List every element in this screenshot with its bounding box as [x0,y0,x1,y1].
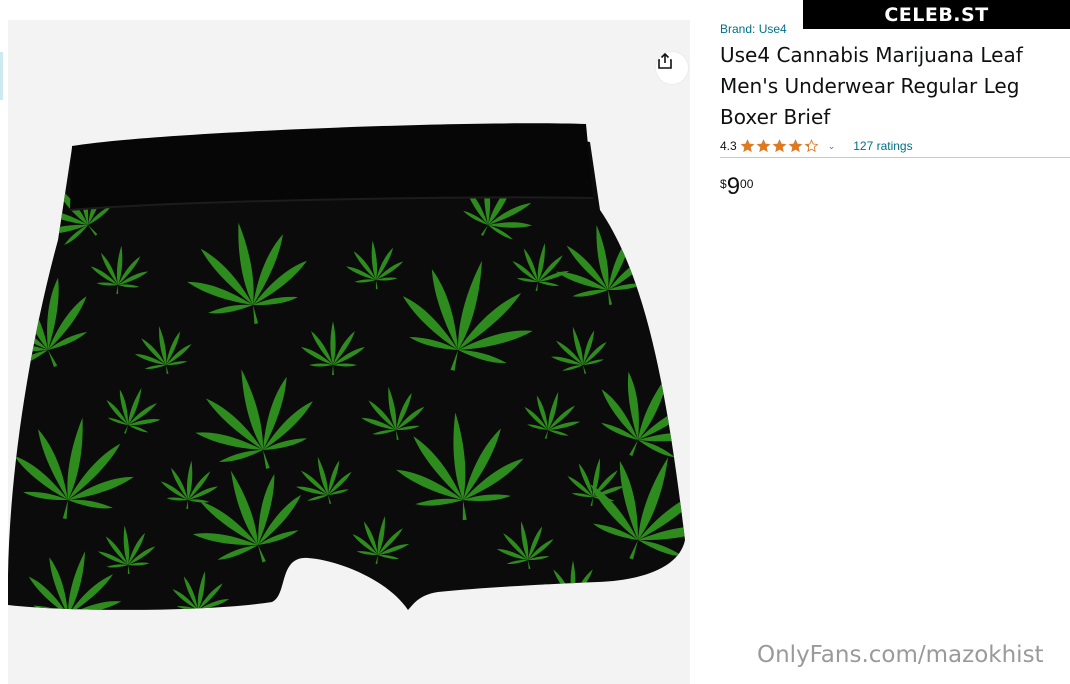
product-title: Use4 Cannabis Marijuana Leaf Men's Under… [720,43,1023,129]
price: $ 9 00 [720,172,753,202]
thumbnail-tab-indicator[interactable] [0,52,3,100]
price-whole: 9 [726,173,741,200]
star-icon [804,139,819,153]
product-image-panel[interactable] [8,20,690,684]
star-icon [756,139,771,153]
chevron-down-icon[interactable]: ⌄ [828,141,836,152]
left-edge [0,0,8,684]
price-fraction: 00 [740,177,754,191]
watermark-text: OnlyFans.com/mazokhist [757,642,1044,668]
star-rating[interactable] [740,139,820,153]
star-icon [740,139,755,153]
product-info-panel: Brand: Use4 Use4 Cannabis Marijuana Leaf… [720,0,1070,684]
product-photo [8,123,685,610]
rating-row: 4.3 ⌄ 127 ratings [720,138,913,154]
price-currency: $ [720,177,727,191]
star-icon [788,139,803,153]
brand-link[interactable]: Brand: Use4 [720,22,787,36]
star-icon [772,139,787,153]
share-button[interactable] [656,52,688,84]
divider [720,157,1070,158]
share-icon [658,52,672,69]
watermark-badge: CELEB.ST [803,0,1070,29]
rating-value: 4.3 [720,139,737,153]
ratings-count-link[interactable]: 127 ratings [853,139,912,153]
